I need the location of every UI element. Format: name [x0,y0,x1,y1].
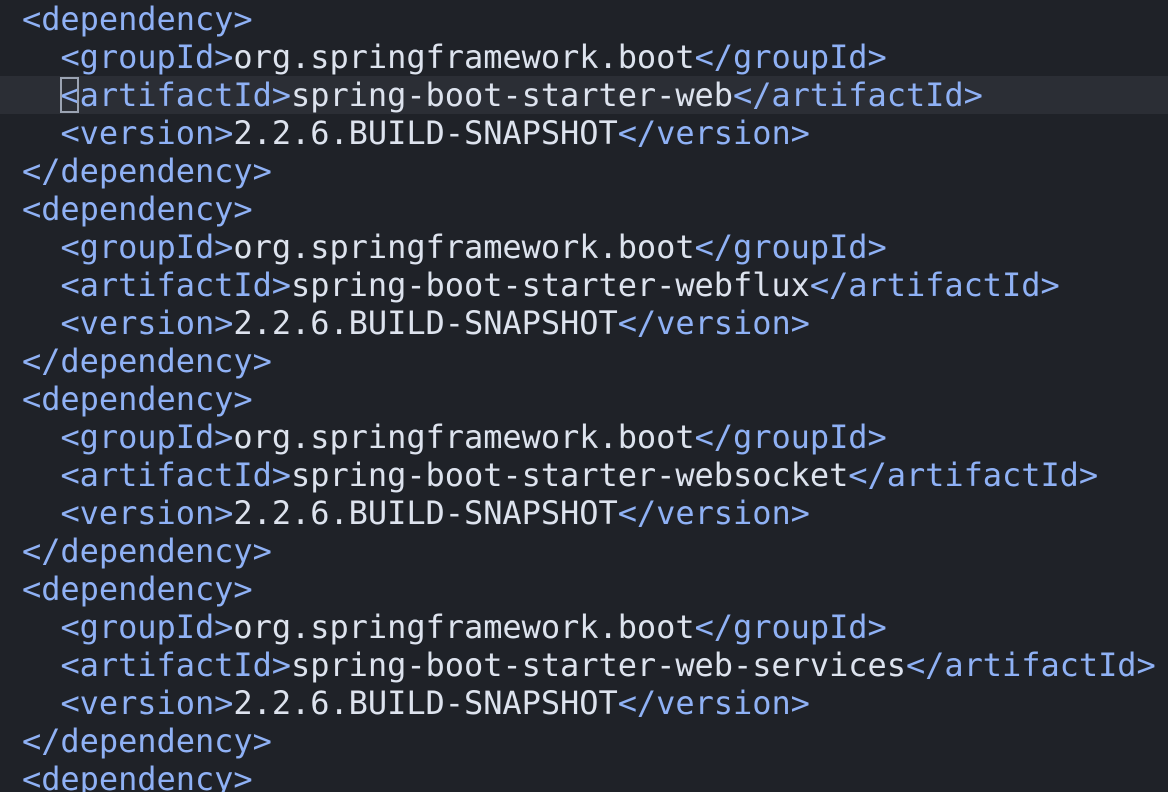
code-line[interactable]: <groupId>org.springframework.boot</group… [0,418,1168,456]
xml-close-tag: </artifactId> [905,646,1156,684]
code-line[interactable]: </dependency> [0,342,1168,380]
xml-value: spring-boot-starter-web [291,76,733,114]
xml-tag: <version> [60,494,234,532]
code-line[interactable]: <groupId>org.springframework.boot</group… [0,228,1168,266]
xml-tag: </dependency> [22,532,272,570]
code-line[interactable]: <dependency> [0,0,1168,38]
xml-tag: <dependency> [22,760,253,792]
xml-value: org.springframework.boot [233,38,695,76]
code-line[interactable]: <groupId>org.springframework.boot</group… [0,608,1168,646]
code-line[interactable]: </dependency> [0,152,1168,190]
xml-value: 2.2.6.BUILD-SNAPSHOT [233,494,618,532]
xml-close-tag: </version> [617,114,810,152]
xml-tag: <version> [60,114,234,152]
xml-value: spring-boot-starter-websocket [291,456,849,494]
xml-close-tag: </artifactId> [733,76,983,114]
code-line[interactable]: <dependency> [0,760,1168,792]
xml-close-tag: </version> [617,684,810,722]
code-line[interactable]: <version>2.2.6.BUILD-SNAPSHOT</version> [0,114,1168,152]
xml-tag: <groupId> [60,418,234,456]
xml-close-tag: </groupId> [694,38,887,76]
xml-tag: </dependency> [22,152,272,190]
xml-value: spring-boot-starter-webflux [291,266,810,304]
xml-tag: </dependency> [22,342,272,380]
xml-tag: </dependency> [22,722,272,760]
code-line[interactable]: <dependency> [0,570,1168,608]
xml-tag: <dependency> [22,380,253,418]
xml-value: org.springframework.boot [233,228,695,266]
code-editor[interactable]: <dependency> <groupId>org.springframewor… [0,0,1168,792]
xml-tag: <groupId> [60,228,234,266]
xml-close-tag: </version> [617,494,810,532]
xml-tag: <artifactId> [60,456,292,494]
xml-tag: <artifactId> [60,646,292,684]
xml-close-tag: </groupId> [694,228,887,266]
xml-close-tag: </artifactId> [848,456,1099,494]
code-line[interactable]: <artifactId>spring-boot-starter-websocke… [0,456,1168,494]
xml-close-tag: </artifactId> [809,266,1060,304]
code-line[interactable]: </dependency> [0,532,1168,570]
code-line[interactable]: </dependency> [0,722,1168,760]
code-line[interactable]: <dependency> [0,380,1168,418]
xml-tag: <artifactId> [60,76,292,114]
xml-tag: <groupId> [60,38,234,76]
xml-value: 2.2.6.BUILD-SNAPSHOT [233,304,618,342]
xml-value: 2.2.6.BUILD-SNAPSHOT [233,684,618,722]
xml-tag: <dependency> [22,570,253,608]
xml-tag: <artifactId> [60,266,292,304]
xml-close-tag: </groupId> [694,418,887,456]
code-line[interactable]: <version>2.2.6.BUILD-SNAPSHOT</version> [0,304,1168,342]
xml-tag: <groupId> [60,608,234,646]
code-line[interactable]: <groupId>org.springframework.boot</group… [0,38,1168,76]
code-line[interactable]: <dependency> [0,190,1168,228]
xml-value: spring-boot-starter-web-services [291,646,906,684]
xml-tag: <dependency> [22,190,253,228]
xml-close-tag: </version> [617,304,810,342]
code-line[interactable]: <artifactId>spring-boot-starter-web-serv… [0,646,1168,684]
current-line[interactable]: <artifactId>spring-boot-starter-web</art… [0,76,1168,114]
text-cursor [60,77,79,113]
xml-value: org.springframework.boot [233,418,695,456]
xml-close-tag: </groupId> [694,608,887,646]
xml-tag: <dependency> [22,0,253,38]
code-line[interactable]: <version>2.2.6.BUILD-SNAPSHOT</version> [0,684,1168,722]
code-line[interactable]: <version>2.2.6.BUILD-SNAPSHOT</version> [0,494,1168,532]
xml-value: org.springframework.boot [233,608,695,646]
xml-tag: <version> [60,304,234,342]
code-line[interactable]: <artifactId>spring-boot-starter-webflux<… [0,266,1168,304]
xml-value: 2.2.6.BUILD-SNAPSHOT [233,114,618,152]
xml-tag: <version> [60,684,234,722]
